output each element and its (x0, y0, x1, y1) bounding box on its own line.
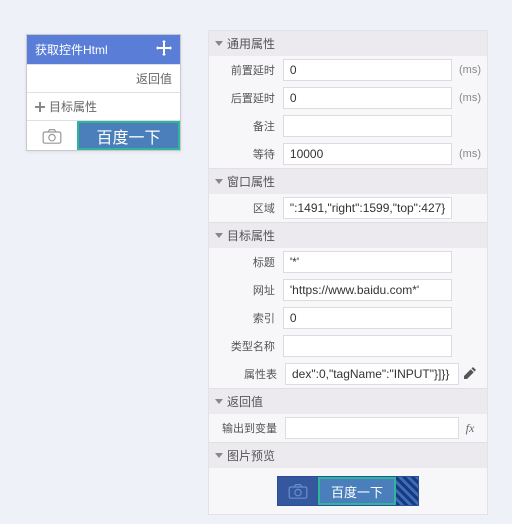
node-card: 获取控件Html 返回值 目标属性 百度一下 (26, 34, 181, 151)
node-return-row[interactable]: 返回值 (27, 64, 180, 92)
edit-icon[interactable] (459, 367, 481, 382)
camera-icon (278, 477, 318, 505)
section-return[interactable]: 返回值 (209, 388, 487, 414)
chevron-down-icon (215, 179, 223, 184)
row-pre-delay: 前置延时 (ms) (209, 56, 487, 84)
preview-edge (396, 477, 418, 505)
row-index: 索引 (209, 304, 487, 332)
chevron-down-icon (215, 41, 223, 46)
return-label: 返回值 (136, 72, 172, 86)
chevron-down-icon (215, 453, 223, 458)
pre-delay-label: 前置延时 (215, 62, 283, 78)
attrs-input[interactable] (285, 363, 459, 385)
camera-icon[interactable] (27, 121, 77, 150)
region-input[interactable] (283, 197, 452, 219)
row-post-delay: 后置延时 (ms) (209, 84, 487, 112)
node-header[interactable]: 获取控件Html (27, 35, 180, 64)
url-label: 网址 (215, 282, 283, 298)
row-remark: 备注 (209, 112, 487, 140)
type-label: 类型名称 (215, 338, 283, 354)
section-preview-title: 图片预览 (227, 447, 275, 464)
section-target[interactable]: 目标属性 (209, 222, 487, 248)
remark-label: 备注 (215, 118, 283, 134)
plus-icon (35, 102, 45, 112)
remark-input[interactable] (283, 115, 452, 137)
title-prop-input[interactable] (283, 251, 452, 273)
preview-row: 百度一下 (209, 468, 487, 514)
node-preview: 百度一下 (27, 120, 180, 150)
node-title: 获取控件Html (35, 41, 108, 58)
output-label: 输出到变量 (215, 420, 285, 436)
target-label: 目标属性 (49, 98, 97, 115)
post-delay-unit: (ms) (452, 92, 481, 104)
section-target-title: 目标属性 (227, 227, 275, 244)
row-title-prop: 标题 (209, 248, 487, 276)
section-window[interactable]: 窗口属性 (209, 168, 487, 194)
row-attrs: 属性表 (209, 360, 487, 388)
url-input[interactable] (283, 279, 452, 301)
node-target-row[interactable]: 目标属性 (27, 92, 180, 120)
index-input[interactable] (283, 307, 452, 329)
row-type: 类型名称 (209, 332, 487, 360)
row-output: 输出到变量 fx (209, 414, 487, 442)
pre-delay-input[interactable] (283, 59, 452, 81)
section-general[interactable]: 通用属性 (209, 31, 487, 56)
row-url: 网址 (209, 276, 487, 304)
wait-label: 等待 (215, 146, 283, 162)
post-delay-input[interactable] (283, 87, 452, 109)
properties-panel: 通用属性 前置延时 (ms) 后置延时 (ms) 备注 等待 (ms) 窗口属性… (208, 30, 488, 515)
wait-input[interactable] (283, 143, 452, 165)
preview-image[interactable]: 百度一下 (277, 476, 419, 506)
chevron-down-icon (215, 233, 223, 238)
preview-button[interactable]: 百度一下 (77, 121, 180, 150)
wait-unit: (ms) (452, 148, 481, 160)
post-delay-label: 后置延时 (215, 90, 283, 106)
chevron-down-icon (215, 399, 223, 404)
preview-search-text: 百度一下 (331, 482, 383, 501)
section-general-title: 通用属性 (227, 35, 275, 52)
fx-icon[interactable]: fx (459, 421, 481, 436)
section-preview[interactable]: 图片预览 (209, 442, 487, 468)
preview-search-button: 百度一下 (318, 477, 396, 505)
index-label: 索引 (215, 310, 283, 326)
preview-button-text: 百度一下 (96, 124, 160, 148)
pre-delay-unit: (ms) (452, 64, 481, 76)
section-window-title: 窗口属性 (227, 173, 275, 190)
section-return-title: 返回值 (227, 393, 263, 410)
title-prop-label: 标题 (215, 254, 283, 270)
attrs-label: 属性表 (215, 366, 285, 382)
move-icon[interactable] (156, 40, 172, 59)
row-wait: 等待 (ms) (209, 140, 487, 168)
row-region: 区域 (209, 194, 487, 222)
type-input[interactable] (283, 335, 452, 357)
region-label: 区域 (215, 200, 283, 216)
output-input[interactable] (285, 417, 459, 439)
